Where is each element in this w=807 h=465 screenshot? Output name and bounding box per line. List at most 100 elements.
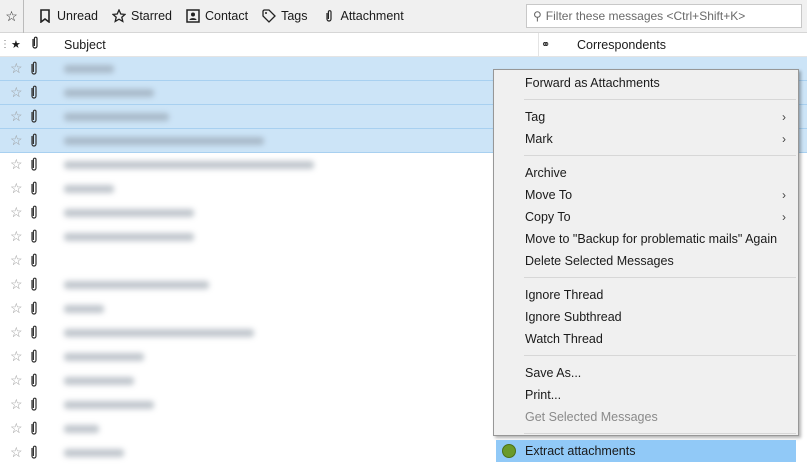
paperclip-icon xyxy=(29,421,39,439)
contact-label: Contact xyxy=(205,9,249,23)
paperclip-icon xyxy=(29,133,39,151)
menu-separator xyxy=(524,277,796,278)
bookmark-icon xyxy=(40,9,50,23)
paperclip-icon xyxy=(29,349,39,367)
menu-archive[interactable]: Archive xyxy=(494,162,798,184)
unread-label: Unread xyxy=(57,9,98,23)
blurred-subject xyxy=(64,233,194,241)
starred-filter-button[interactable]: Starred xyxy=(112,9,172,23)
star-icon[interactable]: ☆ xyxy=(10,300,23,317)
menu-label: Print... xyxy=(525,388,562,402)
context-menu: Forward as Attachments Tag › Mark › Archiv… xyxy=(493,69,799,462)
star-column-icon[interactable]: ★ xyxy=(11,38,21,51)
paperclip-icon xyxy=(29,253,39,271)
star-icon[interactable]: ☆ xyxy=(10,84,23,101)
menu-separator xyxy=(524,433,796,434)
menu-ignore-subthread[interactable]: Ignore Subthread xyxy=(494,306,798,328)
star-icon[interactable]: ☆ xyxy=(10,252,23,269)
menu-separator xyxy=(524,99,796,100)
blurred-subject xyxy=(64,113,169,121)
filter-messages-input[interactable]: ⚲ Filter these messages <Ctrl+Shift+K> xyxy=(526,4,802,28)
subject-column-header[interactable]: Subject xyxy=(64,38,106,52)
tags-filter-button[interactable]: Tags xyxy=(262,9,308,23)
blurred-subject xyxy=(64,281,209,289)
star-icon[interactable]: ☆ xyxy=(10,108,23,125)
blurred-subject xyxy=(64,65,114,73)
star-icon[interactable]: ☆ xyxy=(10,444,23,461)
paperclip-icon xyxy=(29,397,39,415)
blurred-subject xyxy=(64,401,154,409)
blurred-subject xyxy=(64,353,144,361)
blurred-subject xyxy=(64,305,104,313)
menu-label: Tag xyxy=(525,110,546,124)
menu-forward-as-attachments[interactable]: Forward as Attachments xyxy=(494,72,798,94)
sticky-filter-button[interactable]: ☆ xyxy=(0,0,24,33)
chevron-right-icon: › xyxy=(782,188,786,202)
paperclip-icon xyxy=(29,325,39,343)
menu-move-to[interactable]: Move To › xyxy=(494,184,798,206)
column-divider xyxy=(538,33,539,57)
thread-column-picker[interactable]: ⋮ xyxy=(0,39,10,50)
menu-label: Move To xyxy=(525,188,573,202)
paperclip-icon xyxy=(29,61,39,79)
menu-ignore-thread[interactable]: Ignore Thread xyxy=(494,284,798,306)
attachment-label: Attachment xyxy=(340,9,404,23)
menu-mark[interactable]: Mark › xyxy=(494,128,798,150)
menu-label: Watch Thread xyxy=(525,332,603,346)
blurred-subject xyxy=(64,161,314,169)
tag-icon xyxy=(262,9,277,23)
attachment-column-icon[interactable] xyxy=(30,36,40,53)
contact-icon xyxy=(186,9,200,23)
paperclip-icon xyxy=(29,301,39,319)
search-placeholder: Filter these messages <Ctrl+Shift+K> xyxy=(545,9,746,23)
star-icon[interactable]: ☆ xyxy=(10,324,23,341)
correspondents-column-header[interactable]: Correspondents xyxy=(577,38,666,52)
extract-attachments-icon xyxy=(502,444,516,458)
contact-filter-button[interactable]: Contact xyxy=(186,9,248,23)
paperclip-icon xyxy=(29,181,39,199)
paperclip-icon xyxy=(29,277,39,295)
star-icon[interactable]: ☆ xyxy=(10,60,23,77)
blurred-subject xyxy=(64,89,154,97)
menu-print[interactable]: Print... xyxy=(494,384,798,406)
star-icon[interactable]: ☆ xyxy=(10,396,23,413)
paperclip-icon xyxy=(29,157,39,175)
menu-extract-attachments[interactable]: Extract attachments xyxy=(496,440,796,462)
star-icon[interactable]: ☆ xyxy=(10,156,23,173)
star-icon[interactable]: ☆ xyxy=(10,180,23,197)
menu-label: Forward as Attachments xyxy=(525,76,660,90)
menu-delete-selected[interactable]: Delete Selected Messages xyxy=(494,250,798,272)
menu-label: Delete Selected Messages xyxy=(525,254,674,268)
unread-filter-button[interactable]: Unread xyxy=(38,9,98,23)
thread-icon[interactable]: ⚭ xyxy=(541,38,550,51)
star-icon[interactable]: ☆ xyxy=(10,348,23,365)
star-icon[interactable]: ☆ xyxy=(10,132,23,149)
menu-label: Ignore Thread xyxy=(525,288,604,302)
menu-get-selected-messages: Get Selected Messages xyxy=(494,406,798,428)
quick-filter-toolbar: ☆ Unread Starred Contact Tags Attachment… xyxy=(0,0,807,33)
paperclip-icon xyxy=(29,85,39,103)
menu-move-again[interactable]: Move to "Backup for problematic mails" A… xyxy=(494,228,798,250)
star-icon[interactable]: ☆ xyxy=(10,276,23,293)
star-icon[interactable]: ☆ xyxy=(10,228,23,245)
menu-label: Ignore Subthread xyxy=(525,310,622,324)
star-icon[interactable]: ☆ xyxy=(10,204,23,221)
menu-save-as[interactable]: Save As... xyxy=(494,362,798,384)
menu-separator xyxy=(524,155,796,156)
attachment-filter-button[interactable]: Attachment xyxy=(322,9,404,23)
star-icon[interactable]: ☆ xyxy=(10,372,23,389)
menu-tag[interactable]: Tag › xyxy=(494,106,798,128)
starred-label: Starred xyxy=(131,9,172,23)
star-icon xyxy=(112,9,126,23)
menu-watch-thread[interactable]: Watch Thread xyxy=(494,328,798,350)
blurred-subject xyxy=(64,137,264,145)
menu-copy-to[interactable]: Copy To › xyxy=(494,206,798,228)
blurred-subject xyxy=(64,425,99,433)
menu-label: Extract attachments xyxy=(525,444,636,458)
menu-label: Save As... xyxy=(525,366,582,380)
thread-pane-header: ⋮ ★ Subject ⚭ Correspondents xyxy=(0,33,807,57)
star-icon[interactable]: ☆ xyxy=(10,420,23,437)
paperclip-icon xyxy=(29,205,39,223)
blurred-subject xyxy=(64,449,124,457)
menu-separator xyxy=(524,355,796,356)
